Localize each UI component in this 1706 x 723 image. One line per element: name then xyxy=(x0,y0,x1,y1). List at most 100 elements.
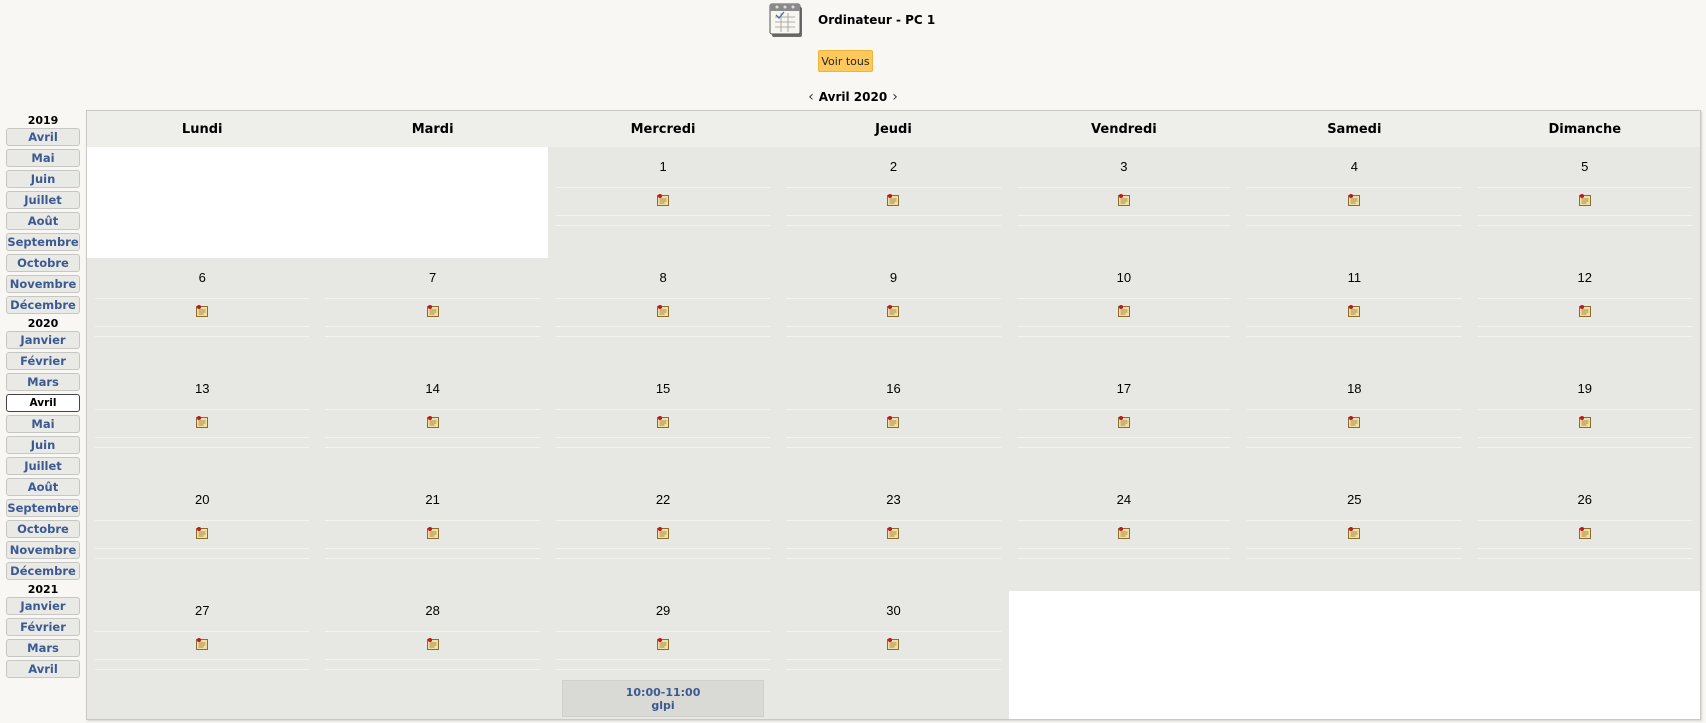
note-add-icon[interactable] xyxy=(886,192,900,211)
month-button[interactable]: Mai xyxy=(6,149,80,167)
day-number: 13 xyxy=(194,381,210,396)
day-content: 28 xyxy=(317,591,547,719)
note-add-icon[interactable] xyxy=(195,414,209,433)
month-button[interactable]: Décembre xyxy=(6,296,80,314)
note-add-icon[interactable] xyxy=(886,303,900,322)
month-button[interactable]: Septembre xyxy=(6,233,80,251)
note-add-icon[interactable] xyxy=(195,525,209,544)
month-button[interactable]: Janvier xyxy=(6,597,80,615)
page-title: Ordinateur - PC 1 xyxy=(818,13,936,27)
note-add-icon[interactable] xyxy=(426,303,440,322)
day-number: 14 xyxy=(425,381,440,396)
note-add-icon[interactable] xyxy=(426,636,440,655)
weekday-header: Lundi xyxy=(87,111,318,147)
month-button[interactable]: Octobre xyxy=(6,254,80,272)
day-separator xyxy=(325,326,540,337)
day-separator xyxy=(1247,215,1462,226)
day-cell: 3 xyxy=(1008,147,1240,258)
day-content: 12 xyxy=(1470,258,1700,369)
chevron-left-icon[interactable]: ‹ xyxy=(803,90,819,104)
month-button[interactable]: Avril xyxy=(6,394,80,412)
day-separator xyxy=(555,659,771,670)
day-content: 18 xyxy=(1239,369,1469,480)
day-cell: 5 xyxy=(1469,147,1700,258)
month-button[interactable]: Juin xyxy=(6,170,80,188)
note-add-icon[interactable] xyxy=(1117,192,1131,211)
add-note-row xyxy=(1247,409,1462,437)
day-number: 21 xyxy=(425,492,440,507)
note-add-icon[interactable] xyxy=(1117,525,1131,544)
month-button[interactable]: Janvier xyxy=(6,331,80,349)
day-content: 22 xyxy=(548,480,778,591)
calendar-event[interactable]: 10:00-11:00 glpi xyxy=(562,680,765,717)
month-button[interactable]: Décembre xyxy=(6,562,80,580)
day-cell: 13 xyxy=(87,369,318,480)
view-all-button[interactable]: Voir tous xyxy=(818,50,873,72)
month-button[interactable]: Juin xyxy=(6,436,80,454)
note-add-icon[interactable] xyxy=(1347,303,1361,322)
add-note-row xyxy=(325,409,540,437)
month-button[interactable]: Novembre xyxy=(6,275,80,293)
month-button[interactable]: Juillet xyxy=(6,457,80,475)
empty-day-cell xyxy=(317,147,548,258)
add-note-row xyxy=(325,298,540,326)
day-cell: 20 xyxy=(87,480,318,591)
month-button[interactable]: Novembre xyxy=(6,541,80,559)
month-button[interactable]: Mars xyxy=(6,373,80,391)
day-separator xyxy=(95,437,310,448)
note-add-icon[interactable] xyxy=(656,525,670,544)
note-add-icon[interactable] xyxy=(1578,192,1592,211)
note-add-icon[interactable] xyxy=(1347,192,1361,211)
add-note-row xyxy=(1016,409,1232,437)
note-add-icon[interactable] xyxy=(1578,303,1592,322)
day-content: 26 xyxy=(1470,480,1700,591)
day-cell: 1 xyxy=(547,147,779,258)
note-add-icon[interactable] xyxy=(656,636,670,655)
day-number: 6 xyxy=(198,270,206,285)
month-button[interactable]: Octobre xyxy=(6,520,80,538)
note-add-icon[interactable] xyxy=(195,303,209,322)
month-button[interactable]: Août xyxy=(6,212,80,230)
month-button[interactable]: Avril xyxy=(6,128,80,146)
weekday-header: Mardi xyxy=(317,111,548,147)
month-button[interactable]: Février xyxy=(6,352,80,370)
day-cell: 14 xyxy=(317,369,548,480)
note-add-icon[interactable] xyxy=(426,414,440,433)
day-content: 21 xyxy=(317,480,547,591)
note-add-icon[interactable] xyxy=(886,636,900,655)
note-add-icon[interactable] xyxy=(886,414,900,433)
note-add-icon[interactable] xyxy=(1347,525,1361,544)
day-number: 17 xyxy=(1116,381,1132,396)
month-button[interactable]: Mars xyxy=(6,639,80,657)
note-add-icon[interactable] xyxy=(195,636,209,655)
month-button[interactable]: Février xyxy=(6,618,80,636)
note-add-icon[interactable] xyxy=(1578,414,1592,433)
month-button[interactable]: Avril xyxy=(6,660,80,678)
note-add-icon[interactable] xyxy=(426,525,440,544)
day-separator xyxy=(555,548,771,559)
day-separator xyxy=(1247,326,1462,337)
day-separator xyxy=(1247,437,1462,448)
chevron-right-icon[interactable]: › xyxy=(887,90,903,104)
month-button[interactable]: Mai xyxy=(6,415,80,433)
month-button[interactable]: Juillet xyxy=(6,191,80,209)
day-separator xyxy=(1477,326,1692,337)
note-add-icon[interactable] xyxy=(656,192,670,211)
empty-day-cell xyxy=(1239,591,1470,719)
day-cell: 28 xyxy=(317,591,548,719)
note-add-icon[interactable] xyxy=(1347,414,1361,433)
day-cell: 19 xyxy=(1469,369,1700,480)
day-cell: 16 xyxy=(778,369,1009,480)
note-add-icon[interactable] xyxy=(1578,525,1592,544)
month-button[interactable]: Septembre xyxy=(6,499,80,517)
day-separator xyxy=(1477,548,1692,559)
note-add-icon[interactable] xyxy=(656,303,670,322)
day-content: 10 xyxy=(1009,258,1239,369)
month-button[interactable]: Août xyxy=(6,478,80,496)
day-number: 2 xyxy=(889,159,898,174)
note-add-icon[interactable] xyxy=(1117,303,1131,322)
day-number: 7 xyxy=(429,270,437,285)
note-add-icon[interactable] xyxy=(1117,414,1131,433)
note-add-icon[interactable] xyxy=(656,414,670,433)
note-add-icon[interactable] xyxy=(886,525,900,544)
